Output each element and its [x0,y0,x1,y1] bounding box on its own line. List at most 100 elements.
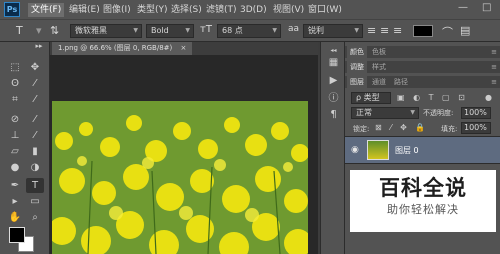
layer-thumbnail[interactable] [367,140,389,160]
align-right-icon[interactable]: ≡ [393,24,402,37]
watermark-title: 百科全说 [379,176,467,200]
photoshop-logo: Ps [4,2,20,17]
type-tool-icon[interactable]: T [26,178,44,193]
foreground-color[interactable] [9,227,25,243]
blend-mode-select[interactable]: 正常 ▼ [351,107,419,119]
warp-text-icon[interactable]: ⌒ [442,24,453,40]
antialias-select[interactable]: 锐利 ▼ [303,24,363,38]
tab-adjustments[interactable]: 调整 [347,61,367,73]
watermark-subtitle: 助你轻松解决 [387,203,459,216]
canvas-image[interactable] [52,101,308,254]
move-tool-icon[interactable]: ✥ [26,60,44,75]
chevron-down-icon: ▼ [272,27,277,34]
tab-layers[interactable]: 图层 [347,76,367,88]
menu-view[interactable]: 视图(V) [270,3,307,17]
menu-window[interactable]: 窗口(W) [305,3,345,17]
lock-label: 锁定: [353,125,370,133]
gradient-tool-icon[interactable]: ▮ [26,144,44,159]
eye-icon[interactable]: ◉ [351,145,359,155]
blur-tool-icon[interactable]: ● [6,160,24,175]
layer-name[interactable]: 图层 0 [395,145,419,156]
zoom-tool-icon[interactable]: ⌕ [26,210,44,225]
menu-edit[interactable]: 编辑(E) [66,3,103,17]
minimize-icon[interactable]: — [458,2,468,13]
font-family-value: 微软雅黑 [75,26,107,35]
menu-file[interactable]: 文件(F) [28,3,65,17]
panel-menu-icon[interactable]: ≡ [491,76,497,88]
marquee-tool-icon[interactable]: ⬚ [6,60,24,75]
opacity-value: 100% [464,108,487,117]
blend-mode-value: 正常 [356,108,372,117]
collapse-icon[interactable]: ▸▸ [30,42,48,50]
chevron-down-icon: ▼ [354,27,359,34]
type-tool-icon[interactable]: T [16,24,23,37]
layer-filter-select[interactable]: ρ 类型 [351,92,391,104]
layer-row[interactable]: ◉ 图层 0 [345,136,500,164]
eyedropper-icon[interactable]: ⁄ [26,92,44,107]
font-size-icon: ᴛT [200,24,212,35]
tab-channels[interactable]: 通道 [369,76,389,88]
align-left-icon[interactable]: ≡ [367,24,376,37]
panel-menu-icon[interactable]: ≡ [491,46,497,58]
options-bar: T ▾ ⇅ 微软雅黑 ▼ Bold ▼ ᴛT 68 点 ▼ aa 锐利 ▼ ≡ … [0,19,500,42]
font-style-select[interactable]: Bold ▼ [146,24,194,38]
history-brush-icon[interactable]: ⁄ [26,128,44,143]
filter-icons[interactable]: ▣ ◐ T ▢ ⊡ [397,93,468,102]
font-family-select[interactable]: 微软雅黑 ▼ [70,24,142,38]
watermark: 百科全说 助你轻松解决 [350,170,496,232]
opacity-label: 不透明度: [423,109,454,117]
tab-styles[interactable]: 样式 [369,61,389,73]
close-icon[interactable]: × [181,44,187,52]
crop-tool-icon[interactable]: ⌗ [6,92,24,107]
text-color-swatch[interactable] [413,25,433,37]
history-icon[interactable]: ▦ [327,56,340,69]
menu-select[interactable]: 选择(S) [168,3,205,17]
lasso-tool-icon[interactable]: ʘ [6,76,24,91]
clone-stamp-icon[interactable]: ⊥ [6,128,24,143]
collapsed-panel-dock: ◂◂ ▦ ▶ ⓘ ¶ [320,42,345,254]
caret-down-icon[interactable]: ▾ [36,24,42,37]
hand-tool-icon[interactable]: ✋ [6,210,24,225]
tab-paths[interactable]: 路径 [391,76,411,88]
font-size-select[interactable]: 68 点 ▼ [217,24,281,38]
layer-filter-value: ρ 类型 [356,93,380,102]
antialias-value: 锐利 [308,26,324,35]
menu-image[interactable]: 图像(I) [100,3,134,17]
font-size-value: 68 点 [222,26,243,35]
info-icon[interactable]: ⓘ [327,92,340,105]
menu-type[interactable]: 类型(Y) [134,3,171,17]
tools-panel: ▸▸ ⬚ ✥ ʘ ⁄ ⌗ ⁄ ⊘ ⁄ ⊥ ⁄ ▱ ▮ ● ◑ ✒ T ▸ ▭ ✋… [0,42,50,254]
rectangle-tool-icon[interactable]: ▭ [26,194,44,209]
chevron-down-icon: ▼ [410,109,415,116]
adjustments-panel-tabs: 调整 样式 ≡ [345,61,500,73]
fill-value: 100% [464,123,487,132]
document-tab-title: 1.png @ 66.6% (图层 0, RGB/8#) [58,44,173,52]
brush-tool-icon[interactable]: ⁄ [26,112,44,127]
document-tab[interactable]: 1.png @ 66.6% (图层 0, RGB/8#) × [52,42,193,55]
character-panel-icon[interactable]: ▤ [460,24,470,37]
fill-input[interactable]: 100% [461,122,491,134]
magic-wand-icon[interactable]: ⁄ [26,76,44,91]
menu-3d[interactable]: 3D(D) [237,3,270,17]
text-orientation-icon[interactable]: ⇅ [50,24,59,37]
panel-menu-icon[interactable]: ≡ [491,61,497,73]
filter-toggle-icon[interactable]: ● [485,93,492,102]
paragraph-icon[interactable]: ¶ [327,108,340,121]
lock-icons[interactable]: ⊠ ⁄ ✥ 🔒 [375,123,428,132]
eraser-icon[interactable]: ▱ [6,144,24,159]
tab-color[interactable]: 颜色 [347,46,367,58]
play-icon[interactable]: ▶ [327,74,340,87]
color-panel-tabs: 颜色 色板 ≡ [345,46,500,58]
opacity-input[interactable]: 100% [461,107,491,119]
pen-tool-icon[interactable]: ✒ [6,178,24,193]
font-style-value: Bold [151,26,169,35]
chevron-down-icon: ▼ [133,27,138,34]
maximize-icon[interactable]: □ [482,2,491,13]
tab-swatches[interactable]: 色板 [369,46,389,58]
path-selection-icon[interactable]: ▸ [6,194,24,209]
healing-brush-icon[interactable]: ⊘ [6,112,24,127]
align-center-icon[interactable]: ≡ [380,24,389,37]
dodge-tool-icon[interactable]: ◑ [26,160,44,175]
menu-filter[interactable]: 滤镜(T) [203,3,240,17]
rapeseed-flower-photo [52,101,308,254]
